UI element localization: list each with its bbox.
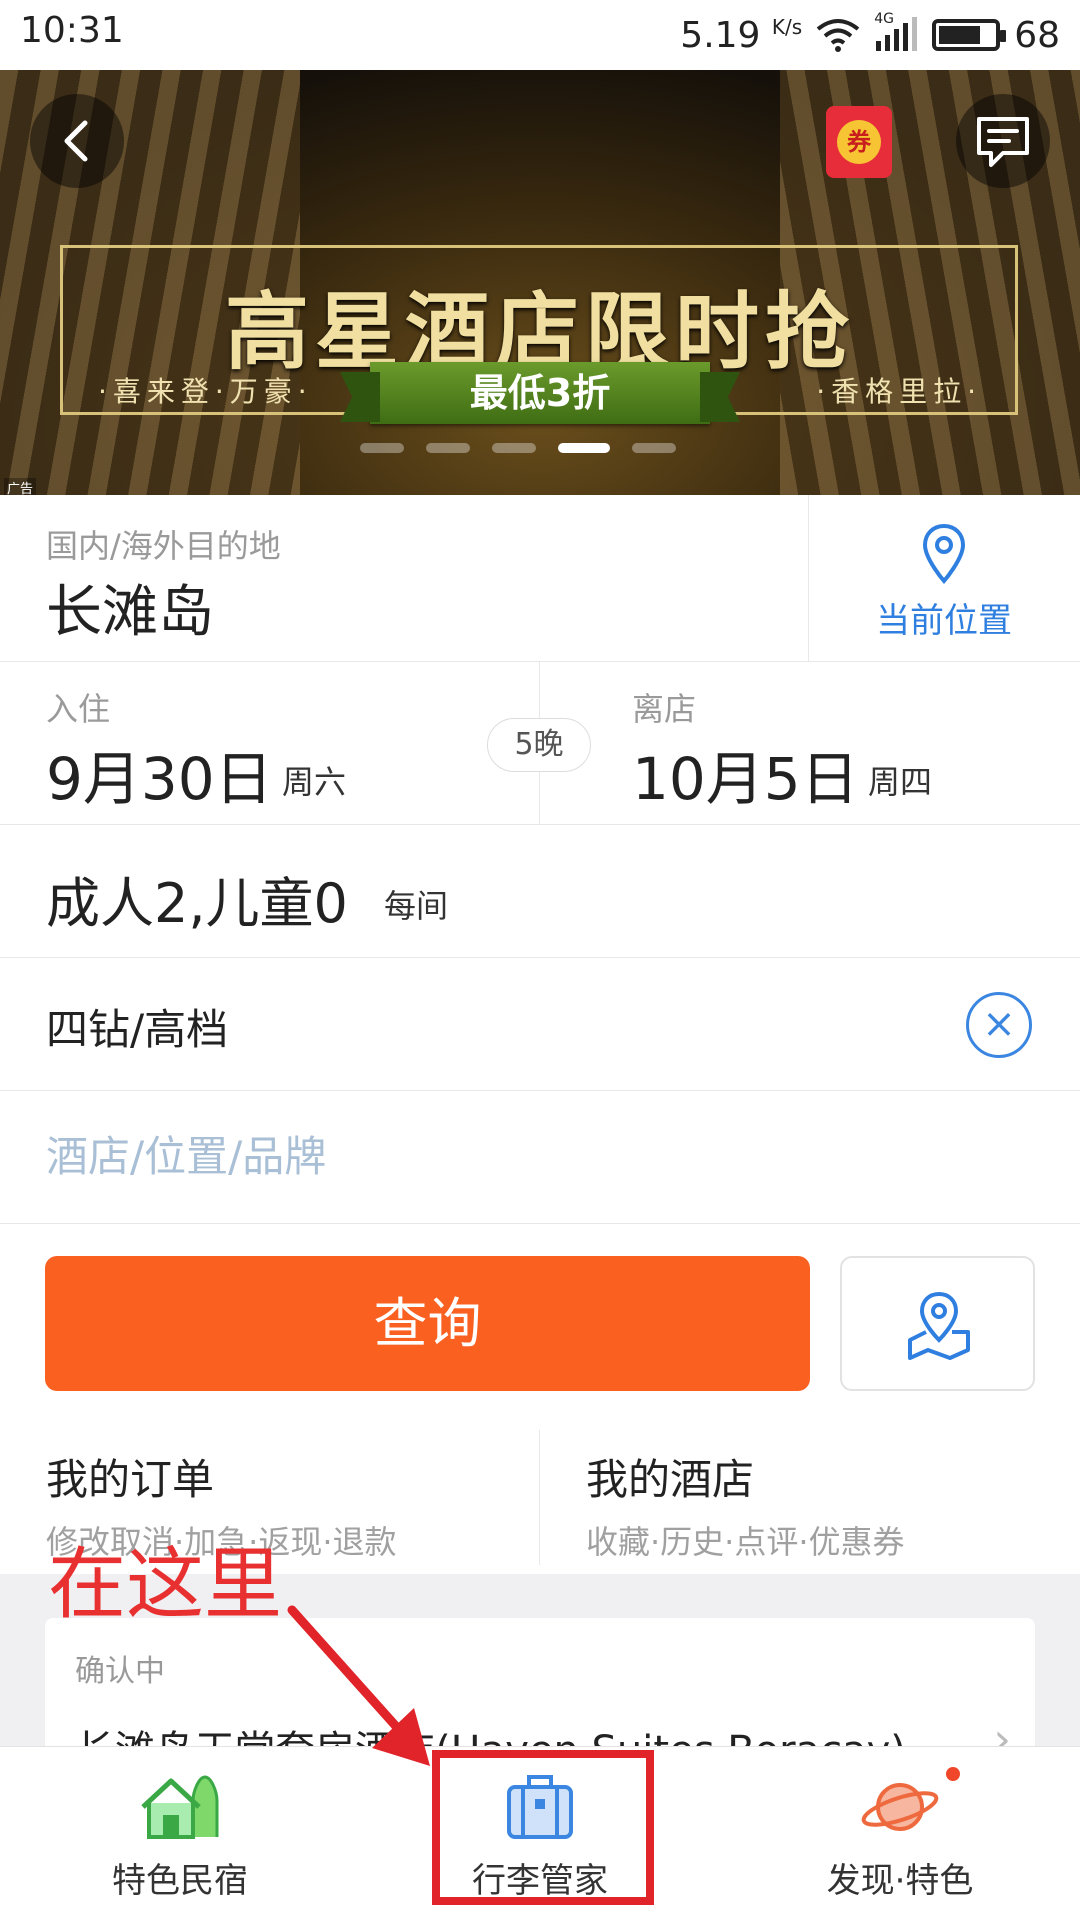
destination-value[interactable]: 长滩岛 bbox=[46, 567, 214, 648]
banner-subtitle-left: ·喜来登·万豪· bbox=[98, 375, 313, 408]
carousel-indicator bbox=[360, 443, 676, 453]
carousel-dot bbox=[360, 443, 404, 453]
destination-row[interactable]: 国内/海外目的地 长滩岛 当前位置 bbox=[0, 495, 1080, 662]
battery-level: 68 bbox=[1014, 14, 1060, 56]
ad-label: 广告 bbox=[4, 478, 37, 495]
checkin-weekday: 周六 bbox=[282, 763, 347, 801]
my-hotels-link[interactable]: 我的酒店 收藏·历史·点评·优惠券 bbox=[586, 1446, 905, 1563]
checkout-weekday: 周四 bbox=[868, 763, 933, 801]
wifi-icon bbox=[816, 19, 860, 52]
keyword-input[interactable] bbox=[46, 1121, 946, 1191]
my-hotels-subtitle: 收藏·历史·点评·优惠券 bbox=[586, 1523, 905, 1561]
status-bar: 10:31 5.19 K/s 4G 68 bbox=[0, 0, 1080, 70]
close-icon: × bbox=[982, 1001, 1016, 1047]
coupon-icon: 券 bbox=[837, 120, 881, 164]
network-speed: 5.19 K/s bbox=[680, 14, 803, 56]
planet-icon bbox=[861, 1783, 939, 1831]
annotation-text: 在这里 bbox=[48, 1540, 283, 1630]
notification-dot bbox=[946, 1767, 960, 1781]
status-right: 5.19 K/s 4G 68 bbox=[680, 8, 1060, 62]
message-icon bbox=[977, 117, 1029, 167]
star-level-value: 四钻/高档 bbox=[46, 1005, 229, 1054]
my-orders-title: 我的订单 bbox=[46, 1455, 215, 1504]
banner-ribbon: 最低3折 bbox=[370, 362, 710, 424]
checkout-date-value: 10月5日 bbox=[632, 745, 859, 813]
message-button[interactable] bbox=[956, 94, 1050, 188]
checkin-date-value: 9月30日 bbox=[46, 745, 273, 813]
divider bbox=[539, 1430, 540, 1565]
star-level-row[interactable]: 四钻/高档 × bbox=[0, 958, 1080, 1091]
tab-homestay-label: 特色民宿 bbox=[112, 1861, 248, 1901]
current-location-button[interactable]: 当前位置 bbox=[808, 495, 1080, 662]
promo-banner[interactable]: 高星酒店限时抢 ·喜来登·万豪· ·香格里拉· 最低3折 广告 券 bbox=[0, 70, 1080, 495]
carousel-dot bbox=[426, 443, 470, 453]
checkout-label: 离店 bbox=[632, 690, 697, 728]
location-pin-icon bbox=[922, 523, 966, 585]
coupon-button[interactable]: 券 bbox=[826, 106, 892, 178]
nights-badge: 5晚 bbox=[487, 718, 591, 772]
status-time: 10:31 bbox=[20, 10, 124, 51]
order-status: 确认中 bbox=[75, 1654, 165, 1689]
guests-row[interactable]: 成人2,儿童0 每间 bbox=[0, 825, 1080, 958]
tab-homestay[interactable]: 特色民宿 bbox=[0, 1747, 360, 1920]
battery-icon bbox=[932, 19, 1007, 51]
signal-icon: 4G bbox=[874, 11, 918, 53]
annotation-highlight-box bbox=[432, 1750, 654, 1905]
carousel-dot bbox=[492, 443, 536, 453]
guests-value: 成人2,儿童0 bbox=[46, 872, 348, 935]
chevron-left-icon bbox=[64, 120, 88, 162]
map-button[interactable] bbox=[840, 1256, 1035, 1391]
banner-subtitle-right: ·香格里拉· bbox=[816, 375, 982, 408]
destination-hint: 国内/海外目的地 bbox=[46, 527, 281, 565]
tab-discover[interactable]: 发现·特色 bbox=[720, 1747, 1080, 1920]
back-button[interactable] bbox=[30, 94, 124, 188]
map-pin-icon bbox=[908, 1291, 970, 1360]
carousel-dot bbox=[632, 443, 676, 453]
search-button[interactable]: 查询 bbox=[45, 1256, 810, 1391]
tab-discover-label: 发现·特色 bbox=[826, 1861, 974, 1901]
carousel-dot-active bbox=[558, 443, 610, 453]
current-location-label: 当前位置 bbox=[876, 601, 1012, 641]
guests-unit: 每间 bbox=[384, 887, 449, 925]
clear-star-button[interactable]: × bbox=[966, 992, 1032, 1058]
keyword-row[interactable] bbox=[0, 1091, 1080, 1224]
my-hotels-title: 我的酒店 bbox=[586, 1455, 755, 1504]
checkin-label: 入住 bbox=[46, 690, 111, 728]
house-icon bbox=[141, 1775, 219, 1839]
